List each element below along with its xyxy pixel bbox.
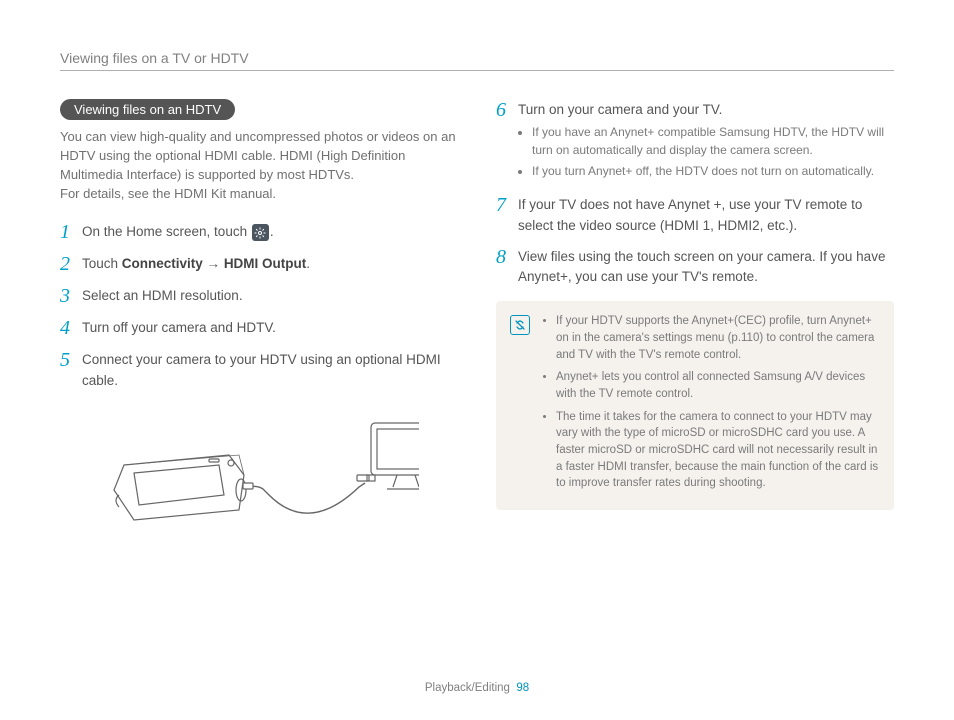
page-number: 98: [516, 682, 529, 694]
step-text: Turn off your camera and HDTV.: [82, 317, 276, 338]
step-2-pre: Touch: [82, 256, 122, 271]
step-num: 3: [60, 285, 82, 307]
step-num: 2: [60, 253, 82, 275]
step-2: 2 Touch Connectivity → HDMI Output.: [60, 253, 458, 275]
breadcrumb: Viewing files on a TV or HDTV: [60, 50, 894, 66]
step-text: View files using the touch screen on you…: [518, 246, 894, 288]
step-6: 6 Turn on your camera and your TV. If yo…: [496, 99, 894, 184]
step-text: On the Home screen, touch .: [82, 221, 274, 242]
list-item: The time it takes for the camera to conn…: [556, 409, 880, 492]
step-1-post: .: [270, 224, 274, 239]
note-list: If your HDTV supports the Anynet+(CEC) p…: [542, 313, 880, 498]
step-text: Turn on your camera and your TV. If you …: [518, 99, 894, 184]
step-1: 1 On the Home screen, touch .: [60, 221, 458, 243]
list-item: Anynet+ lets you control all connected S…: [556, 369, 880, 402]
step-2-post: .: [306, 256, 310, 271]
note-icon: [510, 315, 530, 335]
intro-text: You can view high-quality and uncompress…: [60, 128, 458, 203]
step-7: 7 If your TV does not have Anynet +, use…: [496, 194, 894, 236]
content-columns: Viewing files on an HDTV You can view hi…: [60, 99, 894, 535]
list-item: If you turn Anynet+ off, the HDTV does n…: [532, 163, 894, 180]
step-num: 1: [60, 221, 82, 243]
step-num: 7: [496, 194, 518, 216]
connection-diagram: [60, 405, 458, 535]
step-num: 4: [60, 317, 82, 339]
note-box: If your HDTV supports the Anynet+(CEC) p…: [496, 301, 894, 510]
step-text: If your TV does not have Anynet +, use y…: [518, 194, 894, 236]
list-item: If you have an Anynet+ compatible Samsun…: [532, 124, 894, 159]
step-2-bold2: HDMI Output: [224, 256, 306, 271]
step-text: Touch Connectivity → HDMI Output.: [82, 253, 310, 274]
step-8: 8 View files using the touch screen on y…: [496, 246, 894, 288]
step-4: 4 Turn off your camera and HDTV.: [60, 317, 458, 339]
settings-icon: [252, 224, 269, 241]
footer: Playback/Editing 98: [0, 682, 954, 694]
step-num: 5: [60, 349, 82, 371]
list-item: If your HDTV supports the Anynet+(CEC) p…: [556, 313, 880, 363]
step-text: Connect your camera to your HDTV using a…: [82, 349, 458, 391]
section-pill: Viewing files on an HDTV: [60, 99, 235, 120]
step-num: 8: [496, 246, 518, 268]
left-column: Viewing files on an HDTV You can view hi…: [60, 99, 458, 535]
step-text: Select an HDMI resolution.: [82, 285, 243, 306]
step-6-sublist: If you have an Anynet+ compatible Samsun…: [518, 124, 894, 180]
step-num: 6: [496, 99, 518, 121]
step-3: 3 Select an HDMI resolution.: [60, 285, 458, 307]
step-2-bold1: Connectivity: [122, 256, 203, 271]
step-1-pre: On the Home screen, touch: [82, 224, 251, 239]
step-6-text: Turn on your camera and your TV.: [518, 102, 722, 117]
right-column: 6 Turn on your camera and your TV. If yo…: [496, 99, 894, 535]
header-rule: [60, 70, 894, 71]
step-5: 5 Connect your camera to your HDTV using…: [60, 349, 458, 391]
footer-section: Playback/Editing: [425, 682, 510, 694]
step-2-arrow: →: [203, 256, 224, 271]
